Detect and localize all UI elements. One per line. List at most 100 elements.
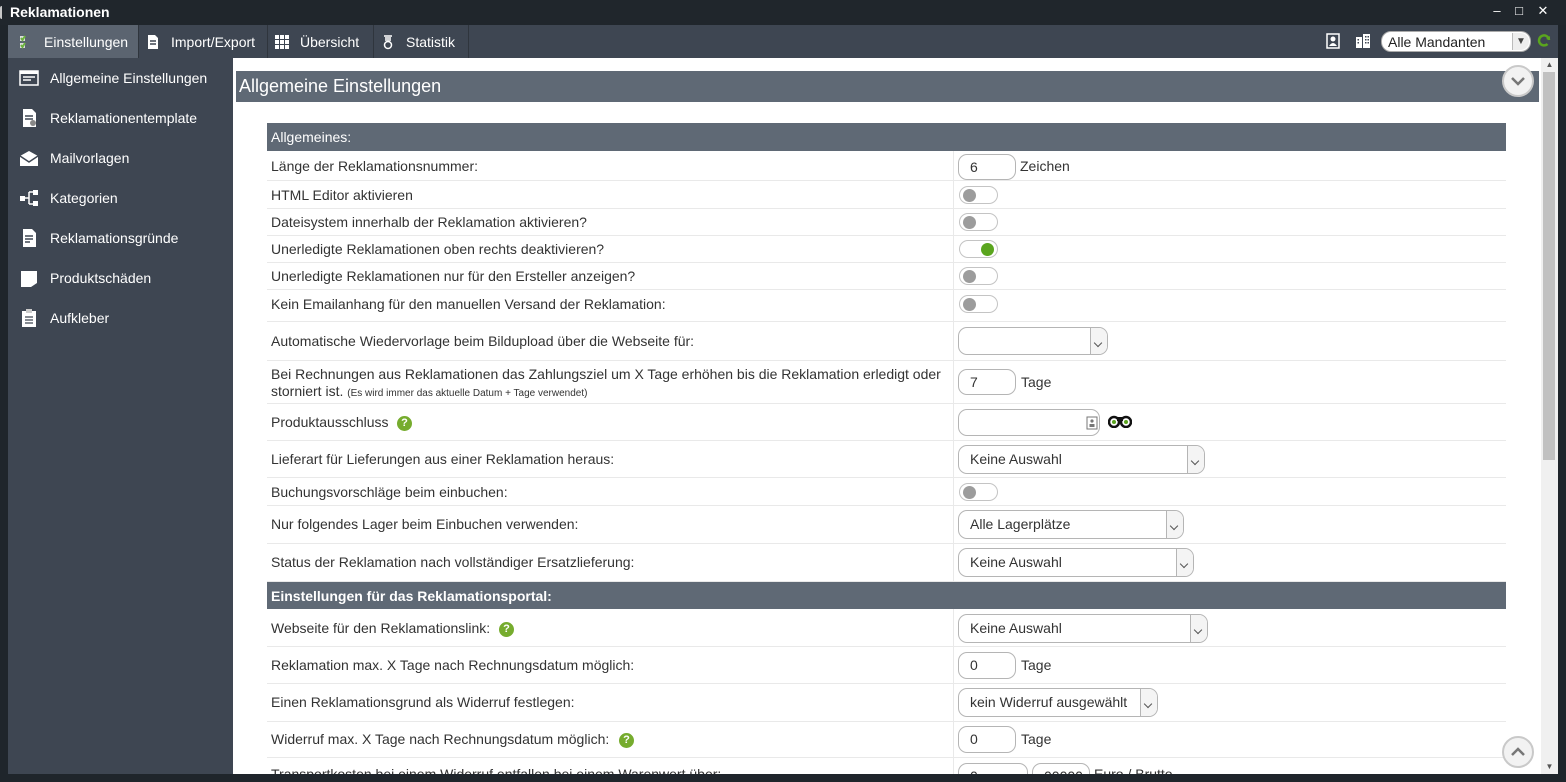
- row-label: Reklamation max. X Tage nach Rechnungsda…: [271, 657, 635, 673]
- menu-label: Übersicht: [300, 33, 360, 50]
- sidebar-item-label: Allgemeine Einstellungen: [50, 70, 208, 86]
- menu-import-export[interactable]: Import/Export: [139, 25, 267, 58]
- auto-resubmission-select[interactable]: [958, 327, 1108, 355]
- mandant-select[interactable]: Alle Mandanten ▼: [1381, 31, 1531, 52]
- product-exclusion-input[interactable]: [958, 409, 1100, 436]
- window-titlebar: Reklamationen – □ ✕: [0, 0, 1566, 25]
- row-label: Status der Reklamation nach vollständige…: [271, 554, 635, 570]
- select-value: Keine Auswahl: [970, 451, 1062, 467]
- menu-statistik[interactable]: Statistik: [374, 25, 468, 58]
- row-revocation-reason: Einen Reklamationsgrund als Widerruf fes…: [267, 684, 1506, 722]
- row-payment-term: Bei Rechnungen aus Reklamationen das Zah…: [267, 361, 1506, 404]
- trophy-icon: [383, 34, 393, 49]
- scroll-to-top-button[interactable]: [1502, 736, 1534, 768]
- select-value: Alle Lagerplätze: [970, 516, 1071, 532]
- row-label: Widerruf max. X Tage nach Rechnungsdatum…: [271, 731, 610, 747]
- help-icon[interactable]: ?: [619, 733, 634, 748]
- row-note: (Es wird immer das aktuelle Datum + Tage…: [347, 388, 588, 399]
- binoculars-icon[interactable]: [1108, 414, 1132, 428]
- only-creator-toggle[interactable]: [959, 267, 998, 285]
- menu-einstellungen[interactable]: Einstellungen: [8, 25, 138, 58]
- menu-label: Import/Export: [171, 33, 256, 50]
- sidebar-item-label: Produktschäden: [50, 270, 152, 286]
- app-icon: [0, 6, 4, 19]
- booking-suggestions-toggle[interactable]: [959, 483, 998, 501]
- chevron-down-icon: ▼: [1512, 33, 1529, 50]
- payment-term-input[interactable]: 7: [958, 369, 1016, 395]
- revocation-days-input[interactable]: 0: [958, 726, 1016, 753]
- portal-website-select[interactable]: Keine Auswahl: [958, 614, 1208, 643]
- select-value: kein Widerruf ausgewählt: [970, 694, 1128, 710]
- sidebar-item-reklamationentemplate[interactable]: Reklamationentemplate: [8, 98, 233, 138]
- select-value: Keine Auswahl: [970, 554, 1062, 570]
- row-suffix: Tage: [1021, 657, 1052, 673]
- sidebar-item-reklamationsgruende[interactable]: Reklamationsgründe: [8, 218, 233, 258]
- clipboard-icon: [22, 309, 36, 327]
- row-only-creator: Unerledigte Reklamationen nur für den Er…: [267, 263, 1506, 290]
- refresh-icon[interactable]: [1536, 33, 1552, 49]
- delivery-method-select[interactable]: Keine Auswahl: [958, 445, 1205, 474]
- sidebar-item-produktschaeden[interactable]: Produktschäden: [8, 258, 233, 298]
- sidebar-item-allgemeine-einstellungen[interactable]: Allgemeine Einstellungen: [8, 58, 233, 98]
- no-email-attachment-toggle[interactable]: [959, 295, 998, 313]
- open-top-right-toggle[interactable]: [959, 240, 998, 258]
- grid-icon: [275, 34, 289, 49]
- menu-uebersicht[interactable]: Übersicht: [268, 25, 373, 58]
- scroll-up-arrow-icon[interactable]: ▲: [1542, 58, 1557, 72]
- shipping-costs-input-2[interactable]: 00000: [1032, 763, 1090, 774]
- minimize-button[interactable]: –: [1489, 3, 1505, 18]
- chevron-down-icon: [1140, 689, 1157, 716]
- html-editor-toggle[interactable]: [959, 186, 998, 204]
- row-suffix: Zeichen: [1020, 158, 1070, 174]
- mandant-value: Alle Mandanten: [1388, 34, 1486, 50]
- scroll-down-arrow-icon[interactable]: ▼: [1542, 760, 1557, 774]
- section-header-general: Allgemeines:: [267, 123, 1506, 151]
- row-number-length: Länge der Reklamationsnummer: 6 Zeichen: [267, 151, 1506, 181]
- sidebar-item-label: Reklamationentemplate: [50, 110, 198, 126]
- row-label: Buchungsvorschläge beim einbuchen:: [271, 484, 508, 500]
- warehouse-select[interactable]: Alle Lagerplätze: [958, 510, 1184, 539]
- row-label: Webseite für den Reklamationslink:: [271, 620, 491, 636]
- maximize-button[interactable]: □: [1511, 3, 1527, 18]
- number-length-input[interactable]: 6: [958, 154, 1016, 180]
- contact-card-icon: [1086, 416, 1098, 430]
- row-suffix: Tage: [1021, 374, 1052, 390]
- template-document-icon: [23, 109, 36, 127]
- row-label: Länge der Reklamationsnummer:: [271, 158, 478, 174]
- row-label: Automatische Wiedervorlage beim Bilduplo…: [271, 333, 695, 349]
- company-building-icon[interactable]: [1355, 33, 1371, 49]
- row-label: Transportkosten bei einem Widerruf entfa…: [271, 766, 722, 774]
- sidebar-item-mailvorlagen[interactable]: Mailvorlagen: [8, 138, 233, 178]
- scrollbar-thumb[interactable]: [1543, 72, 1555, 460]
- row-label: Kein Emailanhang für den manuellen Versa…: [271, 296, 666, 312]
- row-label: Nur folgendes Lager beim Einbuchen verwe…: [271, 516, 579, 532]
- close-button[interactable]: ✕: [1535, 3, 1551, 19]
- chevron-down-icon: [1190, 615, 1207, 642]
- row-label: Lieferart für Lieferungen aus einer Rekl…: [271, 451, 615, 467]
- max-days-input[interactable]: 0: [958, 652, 1016, 679]
- user-profile-icon[interactable]: [1325, 33, 1341, 49]
- sidebar-item-aufkleber[interactable]: Aufkleber: [8, 298, 233, 338]
- shipping-costs-input[interactable]: 0: [958, 763, 1028, 774]
- section-header-portal: Einstellungen für das Reklamationsportal…: [267, 582, 1506, 609]
- sidebar-item-label: Mailvorlagen: [50, 150, 130, 166]
- chevron-down-icon: [1166, 511, 1183, 538]
- row-filesystem: Dateisystem innerhalb der Reklamation ak…: [267, 209, 1506, 236]
- sidebar-item-kategorien[interactable]: Kategorien: [8, 178, 233, 218]
- help-icon[interactable]: ?: [397, 416, 412, 431]
- row-warehouse: Nur folgendes Lager beim Einbuchen verwe…: [267, 506, 1506, 544]
- help-icon[interactable]: ?: [499, 622, 514, 637]
- mail-template-icon: [19, 151, 39, 166]
- row-delivery-method: Lieferart für Lieferungen aus einer Rekl…: [267, 441, 1506, 478]
- menu-label: Statistik: [406, 33, 456, 50]
- row-status-after-replacement: Status der Reklamation nach vollständige…: [267, 544, 1506, 582]
- status-after-replacement-select[interactable]: Keine Auswahl: [958, 548, 1194, 577]
- collapse-button[interactable]: [1502, 65, 1534, 97]
- row-max-days: Reklamation max. X Tage nach Rechnungsda…: [267, 647, 1506, 684]
- filesystem-toggle[interactable]: [959, 213, 998, 231]
- row-auto-resubmission: Automatische Wiedervorlage beim Bilduplo…: [267, 322, 1506, 361]
- row-label: HTML Editor aktivieren: [271, 187, 413, 203]
- page-title: Allgemeine Einstellungen: [236, 71, 1539, 102]
- revocation-reason-select[interactable]: kein Widerruf ausgewählt: [958, 688, 1158, 717]
- row-suffix: Tage: [1021, 731, 1052, 747]
